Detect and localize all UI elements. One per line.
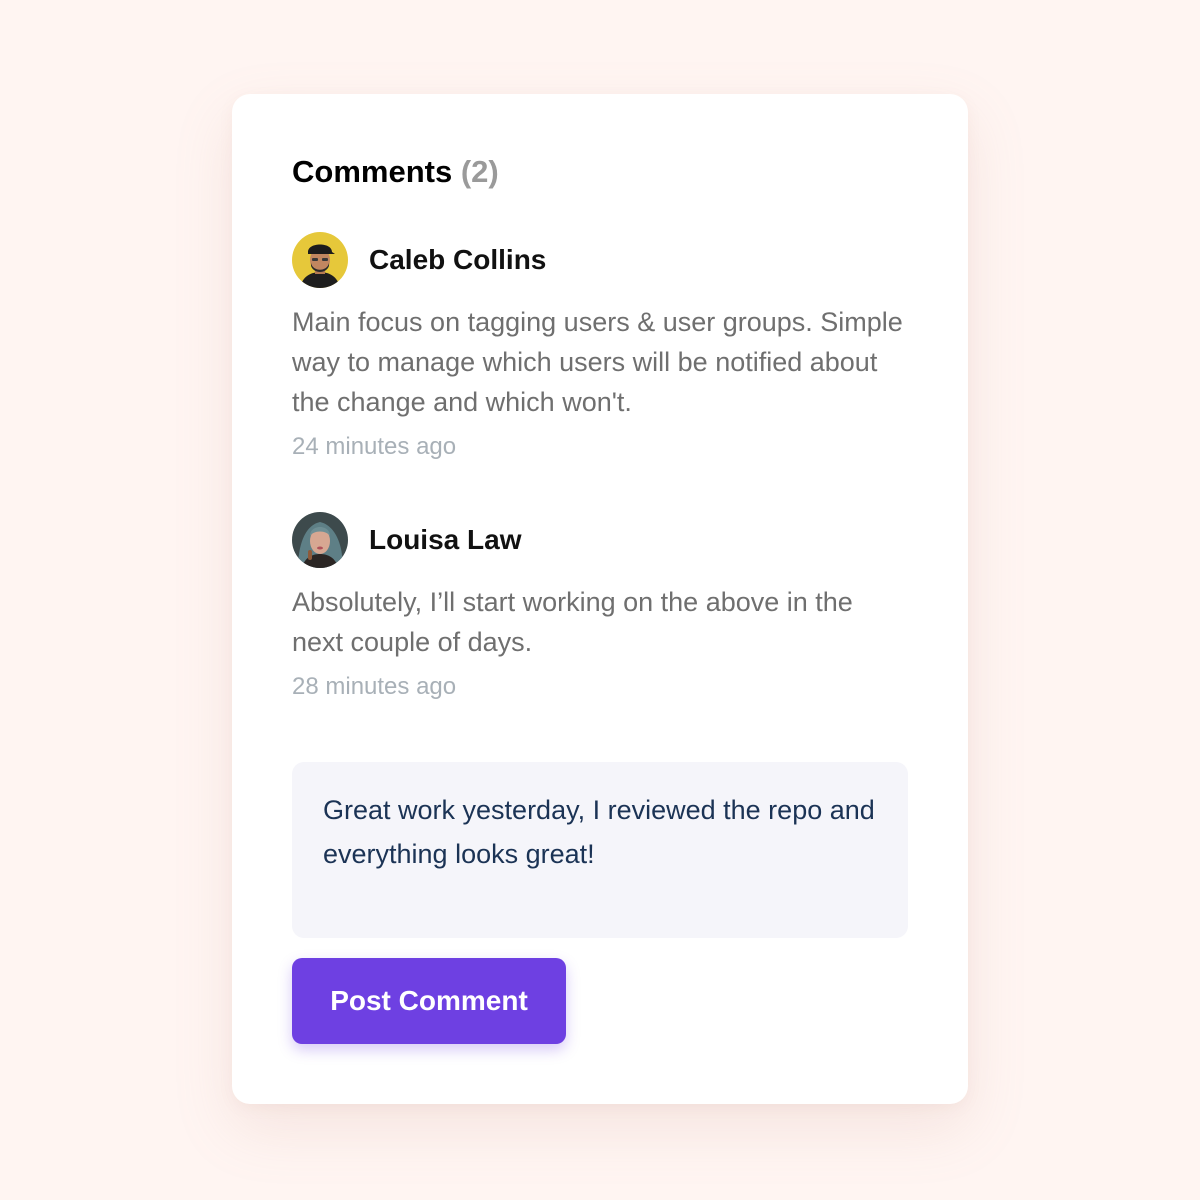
comments-card: Comments (2) Caleb Collins Main focus on… — [232, 94, 968, 1104]
comment-author-name[interactable]: Louisa Law — [369, 524, 521, 556]
comments-count: (2) — [460, 154, 499, 189]
comment-text: Main focus on tagging users & user group… — [292, 307, 903, 417]
comment-timestamp: 28 minutes ago — [292, 673, 457, 700]
post-comment-button[interactable]: Post Comment — [292, 958, 566, 1044]
comments-heading: Comments (2) — [292, 148, 908, 196]
comment-item: Caleb Collins Main focus on tagging user… — [292, 232, 908, 462]
comment-author-name[interactable]: Caleb Collins — [369, 244, 546, 276]
comment-timestamp: 24 minutes ago — [292, 433, 457, 460]
comment-author-row: Caleb Collins — [292, 232, 908, 288]
comment-text: Absolutely, I’ll start working on the ab… — [292, 587, 853, 657]
comment-author-row: Louisa Law — [292, 512, 908, 568]
comment-input[interactable]: Great work yesterday, I reviewed the rep… — [292, 762, 908, 938]
avatar-louisa-law-icon — [292, 512, 348, 568]
comments-title: Comments — [292, 154, 453, 189]
avatar[interactable] — [292, 232, 348, 288]
avatar[interactable] — [292, 512, 348, 568]
avatar-caleb-collins-icon — [292, 232, 348, 288]
comment-item: Louisa Law Absolutely, I’ll start workin… — [292, 512, 908, 702]
